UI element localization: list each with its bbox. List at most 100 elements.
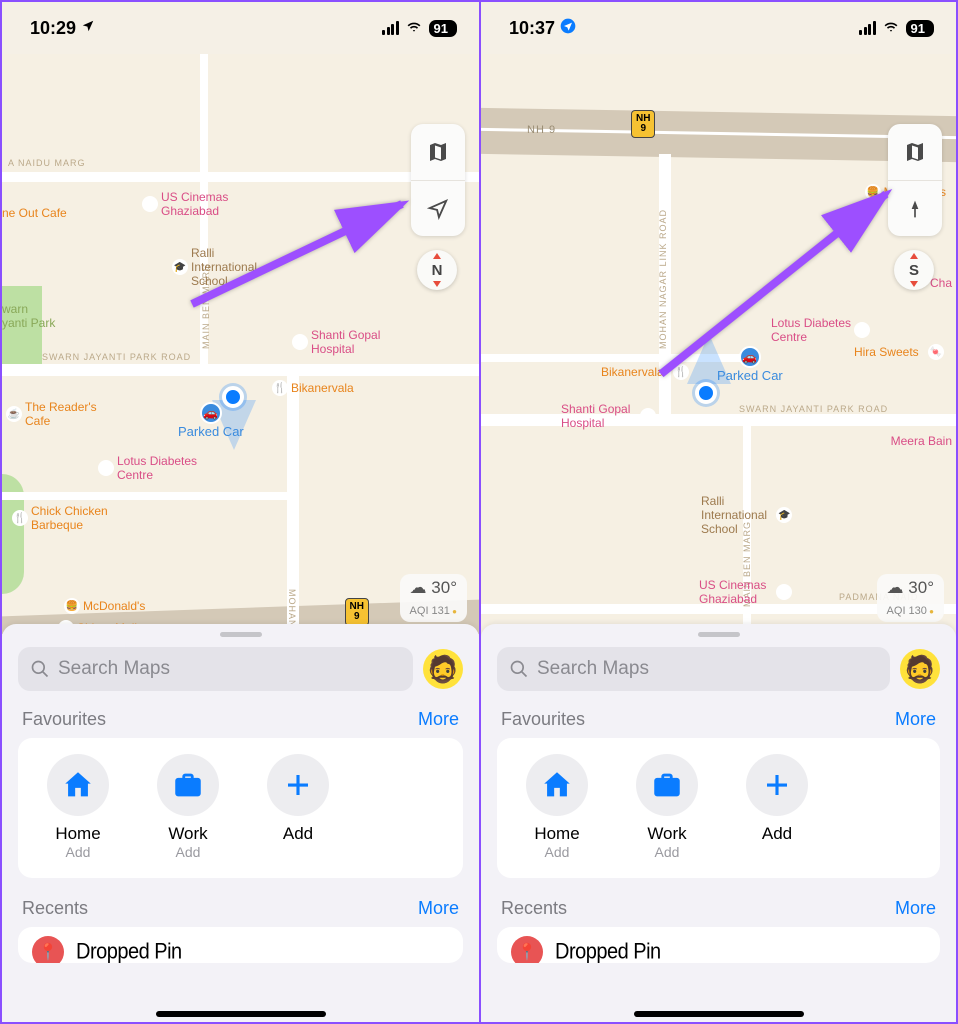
poi-restaurant[interactable]: 🍔McDonald's bbox=[64, 598, 145, 614]
recents-item[interactable]: 📍 Dropped Pin bbox=[18, 927, 463, 963]
profile-avatar[interactable]: 🧔 bbox=[900, 649, 940, 689]
road bbox=[2, 172, 479, 182]
road bbox=[481, 414, 956, 426]
search-icon bbox=[509, 659, 529, 679]
road-label: A NAIDU MARG bbox=[8, 158, 86, 168]
poi-school[interactable]: Ralli International School 🎓 bbox=[701, 494, 792, 536]
search-sheet[interactable]: Search Maps 🧔 Favourites More Home Add W… bbox=[2, 624, 479, 1022]
map-mode-button[interactable] bbox=[411, 124, 465, 180]
plus-icon bbox=[746, 754, 808, 816]
recents-label: Dropped Pin bbox=[76, 939, 182, 963]
poi-restaurant[interactable]: Bikanervala 🍴 bbox=[601, 364, 689, 380]
profile-avatar[interactable]: 🧔 bbox=[423, 649, 463, 689]
battery-level: 91 bbox=[906, 20, 934, 37]
screenshot-right: 10:37 91 NH 9 NH 9 MOHAN NAGAR LINK ROAD… bbox=[479, 2, 956, 1022]
map-controls bbox=[411, 124, 465, 236]
recents-label: Dropped Pin bbox=[555, 939, 661, 963]
favourite-add[interactable]: Add bbox=[248, 754, 348, 860]
locate-me-button[interactable] bbox=[411, 180, 465, 236]
briefcase-icon bbox=[636, 754, 698, 816]
highway-shield: NH 9 bbox=[631, 110, 655, 138]
parked-car-pin[interactable]: 🚗Parked Car bbox=[717, 346, 783, 383]
map-canvas[interactable]: A NAIDU MARG SWARN JAYANTI PARK ROAD MOH… bbox=[2, 54, 479, 634]
poi-cafe[interactable]: ne Out Cafe bbox=[2, 206, 67, 220]
dropped-pin-icon: 📍 bbox=[511, 936, 543, 963]
poi-restaurant[interactable]: Hira Sweets 🍬 bbox=[854, 344, 944, 360]
locate-me-button[interactable] bbox=[888, 180, 942, 236]
poi-cinema[interactable]: US Cinemas Ghaziabad ★ bbox=[699, 578, 792, 606]
weather-widget[interactable]: ☁ 30° AQI 130 bbox=[877, 574, 944, 622]
road-label: MOHAN NAGAR LINK ROAD bbox=[658, 209, 668, 349]
poi-label[interactable]: Meera Bain bbox=[891, 434, 952, 448]
search-input[interactable]: Search Maps bbox=[497, 647, 890, 691]
poi-restaurant[interactable]: 🍴Chick Chicken Barbeque bbox=[12, 504, 108, 532]
recents-title: Recents bbox=[501, 898, 567, 919]
road-label: SWARN JAYANTI PARK ROAD bbox=[42, 352, 191, 362]
favourites-more-link[interactable]: More bbox=[895, 709, 936, 730]
compass-button[interactable]: N bbox=[417, 250, 457, 290]
favourites-more-link[interactable]: More bbox=[418, 709, 459, 730]
home-icon bbox=[47, 754, 109, 816]
recents-title: Recents bbox=[22, 898, 88, 919]
location-services-icon bbox=[560, 18, 576, 38]
road bbox=[2, 364, 479, 376]
road bbox=[2, 492, 292, 500]
sheet-grabber[interactable] bbox=[698, 632, 740, 637]
poi-cafe[interactable]: ☕The Reader's Cafe bbox=[6, 400, 97, 428]
recents-more-link[interactable]: More bbox=[895, 898, 936, 919]
location-services-icon bbox=[81, 19, 95, 37]
highway-shield: NH 9 bbox=[345, 598, 369, 626]
user-location-dot[interactable] bbox=[695, 382, 717, 404]
wifi-icon bbox=[882, 18, 900, 39]
status-bar: 10:37 91 bbox=[481, 2, 956, 54]
cell-signal-icon bbox=[382, 21, 399, 35]
road-label: SWARN JAYANTI PARK ROAD bbox=[739, 404, 888, 414]
status-time: 10:29 bbox=[30, 18, 76, 39]
search-placeholder: Search Maps bbox=[537, 658, 649, 680]
recents-more-link[interactable]: More bbox=[418, 898, 459, 919]
favourite-home[interactable]: Home Add bbox=[28, 754, 128, 860]
favourites-card: Home Add Work Add Add bbox=[18, 738, 463, 878]
poi-hospital[interactable]: Shanti Gopal Hospital ✚ bbox=[561, 402, 656, 430]
home-indicator[interactable] bbox=[156, 1011, 326, 1017]
favourites-title: Favourites bbox=[22, 709, 106, 730]
plus-icon bbox=[267, 754, 329, 816]
poi-hospital[interactable]: ✚Shanti Gopal Hospital bbox=[292, 328, 380, 356]
sheet-grabber[interactable] bbox=[220, 632, 262, 637]
map-controls bbox=[888, 124, 942, 236]
map-canvas[interactable]: NH 9 NH 9 MOHAN NAGAR LINK ROAD SWARN JA… bbox=[481, 54, 956, 634]
search-input[interactable]: Search Maps bbox=[18, 647, 413, 691]
briefcase-icon bbox=[157, 754, 219, 816]
home-icon bbox=[526, 754, 588, 816]
weather-widget[interactable]: ☁ 30° AQI 131 bbox=[400, 574, 467, 622]
search-placeholder: Search Maps bbox=[58, 658, 170, 680]
poi-school[interactable]: 🎓Ralli International School bbox=[172, 246, 257, 288]
road-label: NH 9 bbox=[527, 124, 556, 136]
favourites-card: Home Add Work Add Add bbox=[497, 738, 940, 878]
compass-button[interactable]: S bbox=[894, 250, 934, 290]
favourite-home[interactable]: Home Add bbox=[507, 754, 607, 860]
screenshot-left: 10:29 91 A NAIDU MARG SWARN JAYANTI PARK… bbox=[2, 2, 479, 1022]
favourites-title: Favourites bbox=[501, 709, 585, 730]
poi-park[interactable]: warn yanti Park bbox=[2, 302, 55, 330]
cell-signal-icon bbox=[859, 21, 876, 35]
favourite-work[interactable]: Work Add bbox=[138, 754, 238, 860]
poi-hospital[interactable]: Lotus Diabetes Centre✚ bbox=[771, 316, 876, 344]
map-mode-button[interactable] bbox=[888, 124, 942, 180]
home-indicator[interactable] bbox=[634, 1011, 804, 1017]
favourite-add[interactable]: Add bbox=[727, 754, 827, 860]
battery-level: 91 bbox=[429, 20, 457, 37]
recents-item[interactable]: 📍 Dropped Pin bbox=[497, 927, 940, 963]
favourite-work[interactable]: Work Add bbox=[617, 754, 717, 860]
search-sheet[interactable]: Search Maps 🧔 Favourites More Home Add W… bbox=[481, 624, 956, 1022]
poi-cinema[interactable]: ★US Cinemas Ghaziabad bbox=[142, 190, 228, 218]
poi-hospital[interactable]: ✚Lotus Diabetes Centre bbox=[98, 454, 197, 482]
status-bar: 10:29 91 bbox=[2, 2, 479, 54]
search-icon bbox=[30, 659, 50, 679]
status-time: 10:37 bbox=[509, 18, 555, 39]
user-location-dot[interactable] bbox=[222, 386, 244, 408]
poi-label[interactable]: Cha bbox=[930, 276, 952, 290]
wifi-icon bbox=[405, 18, 423, 39]
dropped-pin-icon: 📍 bbox=[32, 936, 64, 963]
poi-restaurant[interactable]: 🍴Bikanervala bbox=[272, 380, 354, 396]
